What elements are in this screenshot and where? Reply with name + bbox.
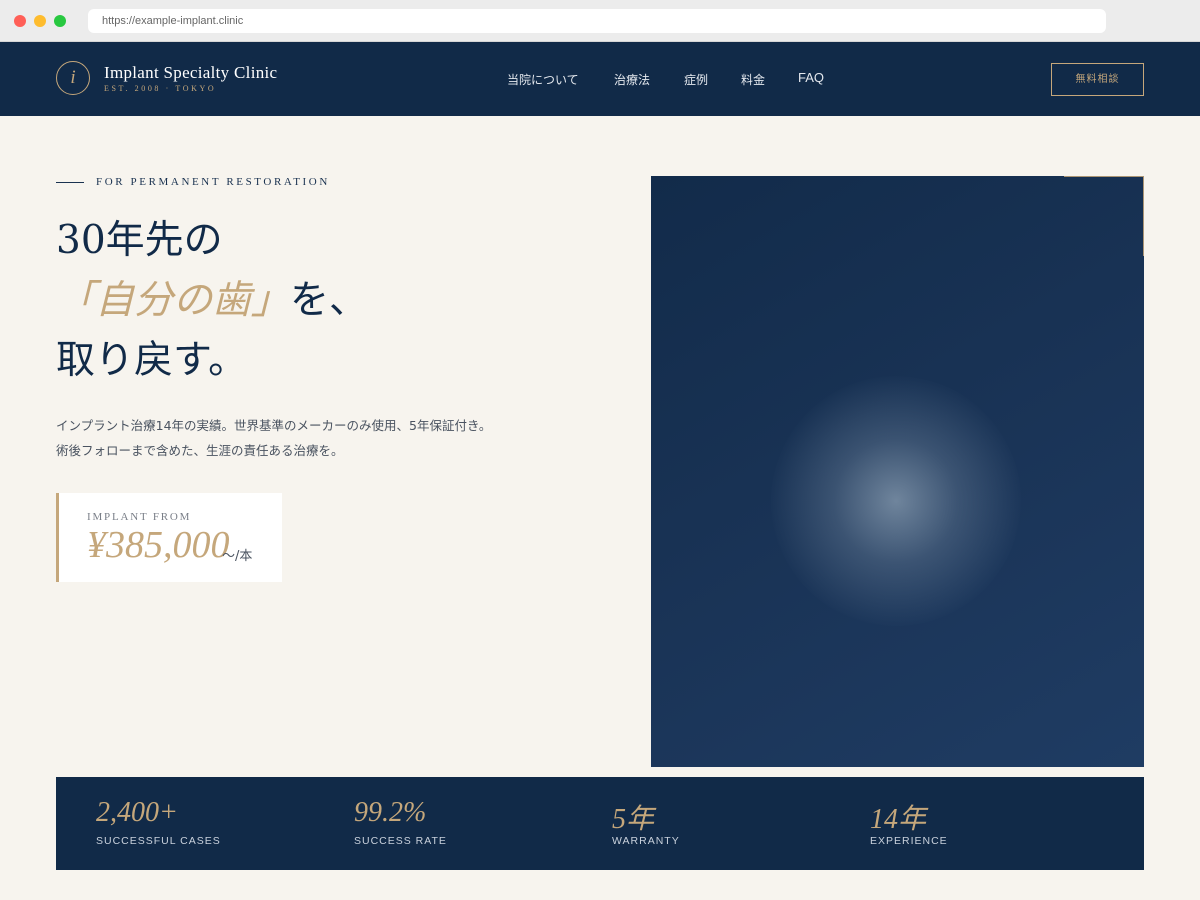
minimize-window-icon[interactable] xyxy=(34,15,46,27)
stat-value-cases: 2,400+ xyxy=(96,797,178,828)
close-window-icon[interactable] xyxy=(14,15,26,27)
hero-description-line2: 術後フォローまで含めた、生涯の責任ある治療を。 xyxy=(56,443,344,458)
price-unit: 〜/本 xyxy=(222,549,253,564)
stat-value-experience: 14年 xyxy=(870,804,927,835)
site-header: i Implant Specialty Clinic EST. 2008 · T… xyxy=(0,42,1200,116)
decorative-corner-frame xyxy=(1064,176,1144,256)
free-consultation-button[interactable]: 無料相談 xyxy=(1051,63,1144,96)
logo-icon[interactable]: i xyxy=(56,61,90,95)
stat-label-experience: EXPERIENCE xyxy=(870,835,948,847)
price-label: IMPLANT FROM xyxy=(87,511,192,523)
nav-cases[interactable]: 症例 xyxy=(684,71,708,88)
stat-label-warranty: WARRANTY xyxy=(612,835,680,847)
hero-headline-accent: 「自分の歯」 xyxy=(56,278,291,323)
brand-tagline: EST. 2008 · TOKYO xyxy=(104,84,217,93)
nav-about[interactable]: 当院について xyxy=(507,71,579,88)
eyebrow-divider xyxy=(56,182,84,183)
nav-pricing[interactable]: 料金 xyxy=(741,71,765,88)
nav-treatments[interactable]: 治療法 xyxy=(614,71,650,88)
address-bar[interactable]: https://example-implant.clinic xyxy=(88,9,1106,33)
hero-image xyxy=(651,176,1144,767)
stat-value-warranty: 5年 xyxy=(612,804,655,835)
browser-chrome: https://example-implant.clinic xyxy=(0,0,1200,42)
stats-bar: 2,400+ SUCCESSFUL CASES 99.2% SUCCESS RA… xyxy=(56,777,1144,870)
hero-headline-line3: 取り戻す。 xyxy=(56,338,248,383)
brand-name[interactable]: Implant Specialty Clinic xyxy=(104,63,277,83)
price-value: ¥385,000 xyxy=(87,524,230,566)
hero-headline-line1: 30年先の xyxy=(56,218,223,263)
stat-label-success-rate: SUCCESS RATE xyxy=(354,835,447,847)
hero-image-glow xyxy=(771,376,1021,626)
nav-faq[interactable]: FAQ xyxy=(798,70,824,85)
hero-eyebrow: FOR PERMANENT RESTORATION xyxy=(96,176,330,188)
hero-description-line1: インプラント治療14年の実績。世界基準のメーカーのみ使用、5年保証付き。 xyxy=(56,418,492,433)
hero-headline-line2-rest: を、 xyxy=(290,278,369,323)
hero-headline-line2: 「自分の歯」を、 xyxy=(56,278,368,325)
maximize-window-icon[interactable] xyxy=(54,15,66,27)
stat-label-cases: SUCCESSFUL CASES xyxy=(96,835,221,847)
price-card: IMPLANT FROM ¥385,000 〜/本 xyxy=(56,493,282,582)
stat-value-success-rate: 99.2% xyxy=(354,797,427,828)
